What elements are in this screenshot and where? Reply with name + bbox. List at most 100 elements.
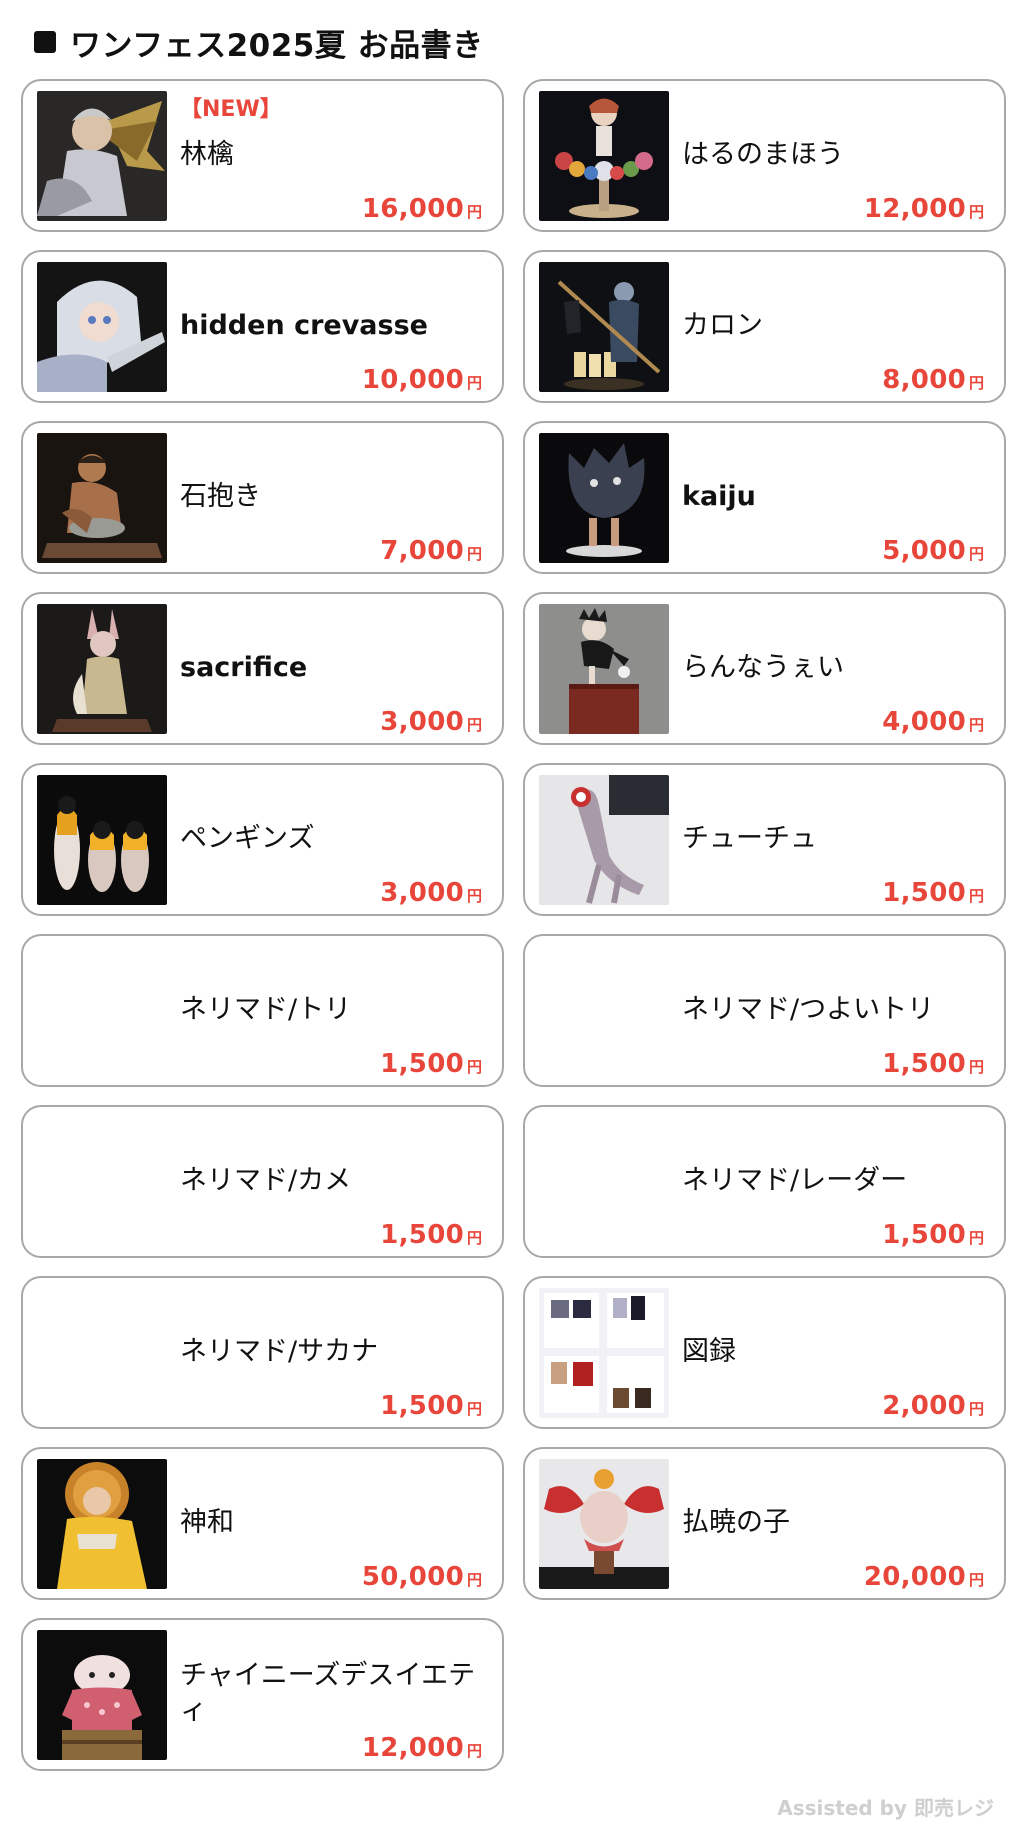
item-card[interactable]: チューチュ 1,500 円 xyxy=(523,763,1006,916)
currency-unit: 円 xyxy=(466,887,482,905)
item-name: らんなうぇい xyxy=(682,651,844,683)
item-card[interactable]: ネリマド/カメ 1,500 円 xyxy=(21,1105,504,1258)
item-name: kaiju xyxy=(682,480,756,512)
currency-unit: 円 xyxy=(466,716,482,734)
currency-unit: 円 xyxy=(466,374,482,392)
item-card[interactable]: 石抱き 7,000 円 xyxy=(21,421,504,574)
price-amount: 1,500 xyxy=(882,1049,966,1079)
item-price: 1,500 円 xyxy=(380,1391,482,1421)
item-grid: 【NEW】 林檎 16,000 円はるのまほう 12,000 円 hidden crevas… xyxy=(21,79,1006,1771)
item-price: 7,000 円 xyxy=(380,536,482,566)
currency-unit: 円 xyxy=(968,1400,984,1418)
item-price: 50,000 円 xyxy=(362,1562,482,1592)
page-title: ワンフェス2025夏 お品書き xyxy=(70,27,484,64)
item-price: 3,000 円 xyxy=(380,707,482,737)
currency-unit: 円 xyxy=(968,1229,984,1247)
item-price: 1,500 円 xyxy=(380,1049,482,1079)
price-amount: 20,000 xyxy=(863,1562,966,1592)
figure-photo-white-hooded-girl xyxy=(37,262,167,392)
price-amount: 16,000 xyxy=(361,194,464,224)
item-price: 20,000 円 xyxy=(864,1562,984,1592)
item-name: 石抱き xyxy=(180,480,261,512)
item-price: 5,000 円 xyxy=(882,536,984,566)
item-price: 1,500 円 xyxy=(882,1220,984,1250)
currency-unit: 円 xyxy=(968,1571,984,1589)
item-name: はるのまほう xyxy=(682,138,844,170)
price-amount: 8,000 xyxy=(882,365,966,395)
item-price: 2,000 円 xyxy=(882,1391,984,1421)
figure-photo-flower-girl xyxy=(539,91,669,221)
figure-photo-boatman xyxy=(539,262,669,392)
item-card[interactable]: カロン 8,000 円 xyxy=(523,250,1006,403)
item-card[interactable]: らんなうぇい 4,000 円 xyxy=(523,592,1006,745)
item-price: 8,000 円 xyxy=(882,365,984,395)
item-card[interactable]: ネリマド/サカナ 1,500 円 xyxy=(21,1276,504,1429)
item-price: 3,000 円 xyxy=(380,878,482,908)
price-amount: 1,500 xyxy=(380,1220,464,1250)
item-card[interactable]: はるのまほう 12,000 円 xyxy=(523,79,1006,232)
item-name: チャイニーズデスイエティ xyxy=(180,1660,476,1726)
currency-unit: 円 xyxy=(466,1229,482,1247)
currency-unit: 円 xyxy=(466,1400,482,1418)
currency-unit: 円 xyxy=(466,1742,482,1760)
page-header: ワンフェス2025夏 お品書き xyxy=(34,20,484,64)
item-card[interactable]: ネリマド/つよいトリ 1,500 円 xyxy=(523,934,1006,1087)
item-name: カロン xyxy=(682,309,763,341)
item-card[interactable]: kaiju 5,000 円 xyxy=(523,421,1006,574)
item-card[interactable]: hidden crevasse 10,000 円 xyxy=(21,250,504,403)
item-name: ネリマド/サカナ xyxy=(180,1335,379,1367)
item-card[interactable]: 図録 2,000 円 xyxy=(523,1276,1006,1429)
figure-photo-runner-on-pedestal xyxy=(539,604,669,734)
currency-unit: 円 xyxy=(968,374,984,392)
currency-unit: 円 xyxy=(466,1571,482,1589)
item-name: 図録 xyxy=(682,1335,736,1367)
item-card[interactable]: ペンギンズ 3,000 円 xyxy=(21,763,504,916)
figure-photo-rabbit-girl xyxy=(37,604,167,734)
item-name: 神和 xyxy=(180,1506,234,1538)
item-price: 10,000 円 xyxy=(362,365,482,395)
currency-unit: 円 xyxy=(466,545,482,563)
price-amount: 1,500 xyxy=(882,1220,966,1250)
figure-photo-worm-creature xyxy=(539,775,669,905)
item-price: 12,000 円 xyxy=(864,194,984,224)
item-name: sacrifice xyxy=(180,651,308,683)
item-name: チューチュ xyxy=(682,822,817,854)
price-amount: 4,000 xyxy=(882,707,966,737)
catalog-book-photo xyxy=(539,1288,669,1418)
figure-photo-penguins xyxy=(37,775,167,905)
item-card[interactable]: ネリマド/レーダー 1,500 円 xyxy=(523,1105,1006,1258)
price-amount: 50,000 xyxy=(361,1562,464,1592)
item-price: 16,000 円 xyxy=(362,194,482,224)
price-amount: 12,000 xyxy=(863,194,966,224)
currency-unit: 円 xyxy=(968,203,984,221)
price-amount: 3,000 xyxy=(380,707,464,737)
item-card[interactable]: 神和 50,000 円 xyxy=(21,1447,504,1600)
item-card[interactable]: チャイニーズデスイエティ 12,000 円 xyxy=(21,1618,504,1771)
figure-photo-red-winged-baby xyxy=(539,1459,669,1589)
price-amount: 12,000 xyxy=(361,1733,464,1763)
item-card[interactable]: 払暁の子 20,000 円 xyxy=(523,1447,1006,1600)
figure-photo-kneeling-man xyxy=(37,433,167,563)
item-price: 1,500 円 xyxy=(380,1220,482,1250)
item-price: 1,500 円 xyxy=(882,878,984,908)
item-name: ネリマド/つよいトリ xyxy=(682,993,935,1025)
footer-credit: Assisted by 即売レジ xyxy=(777,1796,994,1820)
price-amount: 2,000 xyxy=(882,1391,966,1421)
item-name: hidden crevasse xyxy=(180,309,428,341)
figure-photo-winged-girl xyxy=(37,91,167,221)
figure-photo-pink-yeti xyxy=(37,1630,167,1760)
item-card[interactable]: 【NEW】 林檎 16,000 円 xyxy=(21,79,504,232)
item-price: 12,000 円 xyxy=(362,1733,482,1763)
currency-unit: 円 xyxy=(968,545,984,563)
item-card[interactable]: ネリマド/トリ 1,500 円 xyxy=(21,934,504,1087)
figure-photo-golden-headdress xyxy=(37,1459,167,1589)
price-amount: 1,500 xyxy=(882,878,966,908)
square-bullet-icon xyxy=(34,31,56,53)
item-card[interactable]: sacrifice 3,000 円 xyxy=(21,592,504,745)
price-amount: 3,000 xyxy=(380,878,464,908)
price-amount: 1,500 xyxy=(380,1391,464,1421)
currency-unit: 円 xyxy=(466,203,482,221)
figure-photo-dark-monster xyxy=(539,433,669,563)
item-name: ネリマド/カメ xyxy=(180,1164,352,1196)
item-price: 4,000 円 xyxy=(882,707,984,737)
